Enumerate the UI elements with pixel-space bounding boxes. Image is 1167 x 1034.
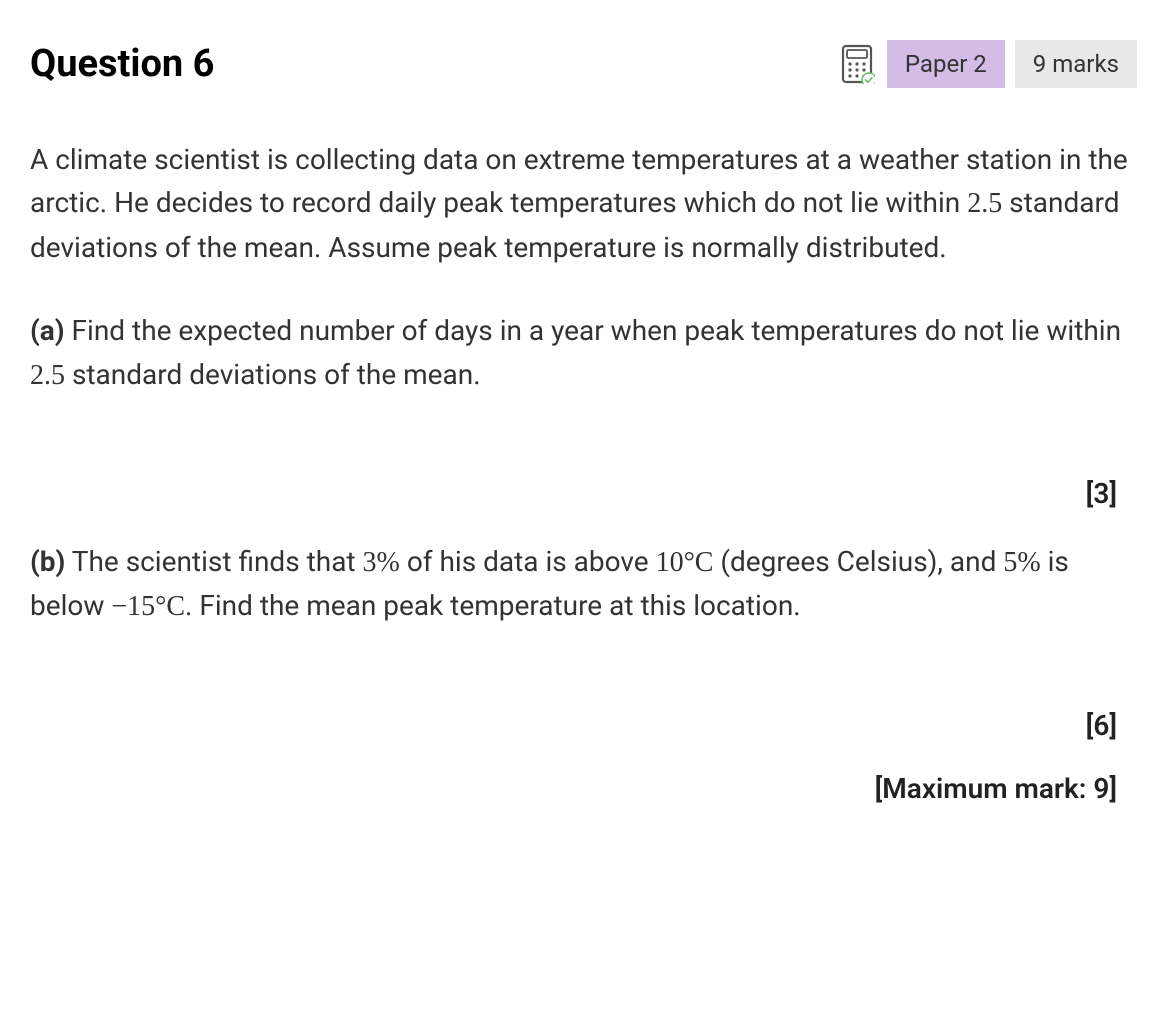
marks-badge: 9 marks	[1015, 40, 1137, 88]
maximum-mark: [Maximum mark: 9]	[30, 772, 1137, 805]
part-b: (b) The scientist finds that 3% of his d…	[30, 540, 1137, 629]
part-a-marks: [3]	[30, 477, 1137, 510]
part-a-text: Find the expected number of days in a ye…	[65, 314, 1121, 347]
part-b-text: of his data is above	[400, 545, 656, 578]
calculator-icon	[837, 42, 877, 86]
part-b-text: The scientist finds that	[65, 545, 362, 578]
part-b-value: 5%	[1003, 547, 1040, 578]
part-b-text: . Find the mean peak temperature at this…	[185, 589, 801, 622]
part-b-marks: [6]	[30, 709, 1137, 742]
badges-group: Paper 2 9 marks	[837, 40, 1137, 88]
part-a-label: (a)	[30, 314, 65, 347]
part-b-unit: °C	[155, 591, 185, 622]
part-b-value: 3%	[363, 547, 400, 578]
part-b-value: −15	[111, 591, 155, 622]
part-b-label: (b)	[30, 545, 65, 578]
question-title: Question 6	[30, 42, 214, 86]
paper-badge: Paper 2	[887, 40, 1005, 88]
question-intro: A climate scientist is collecting data o…	[30, 138, 1137, 269]
part-b-value: 10	[656, 547, 684, 578]
intro-text: A climate scientist is collecting data o…	[30, 143, 1128, 219]
part-a: (a) Find the expected number of days in …	[30, 309, 1137, 397]
question-header: Question 6 Paper 2 9 marks	[30, 40, 1137, 88]
part-a-value: 2.5	[30, 360, 65, 391]
part-b-text: (degrees Celsius), and	[713, 545, 1003, 578]
part-a-text: standard deviations of the mean.	[65, 358, 481, 391]
intro-value: 2.5	[967, 188, 1002, 219]
part-b-unit: °C	[684, 547, 714, 578]
